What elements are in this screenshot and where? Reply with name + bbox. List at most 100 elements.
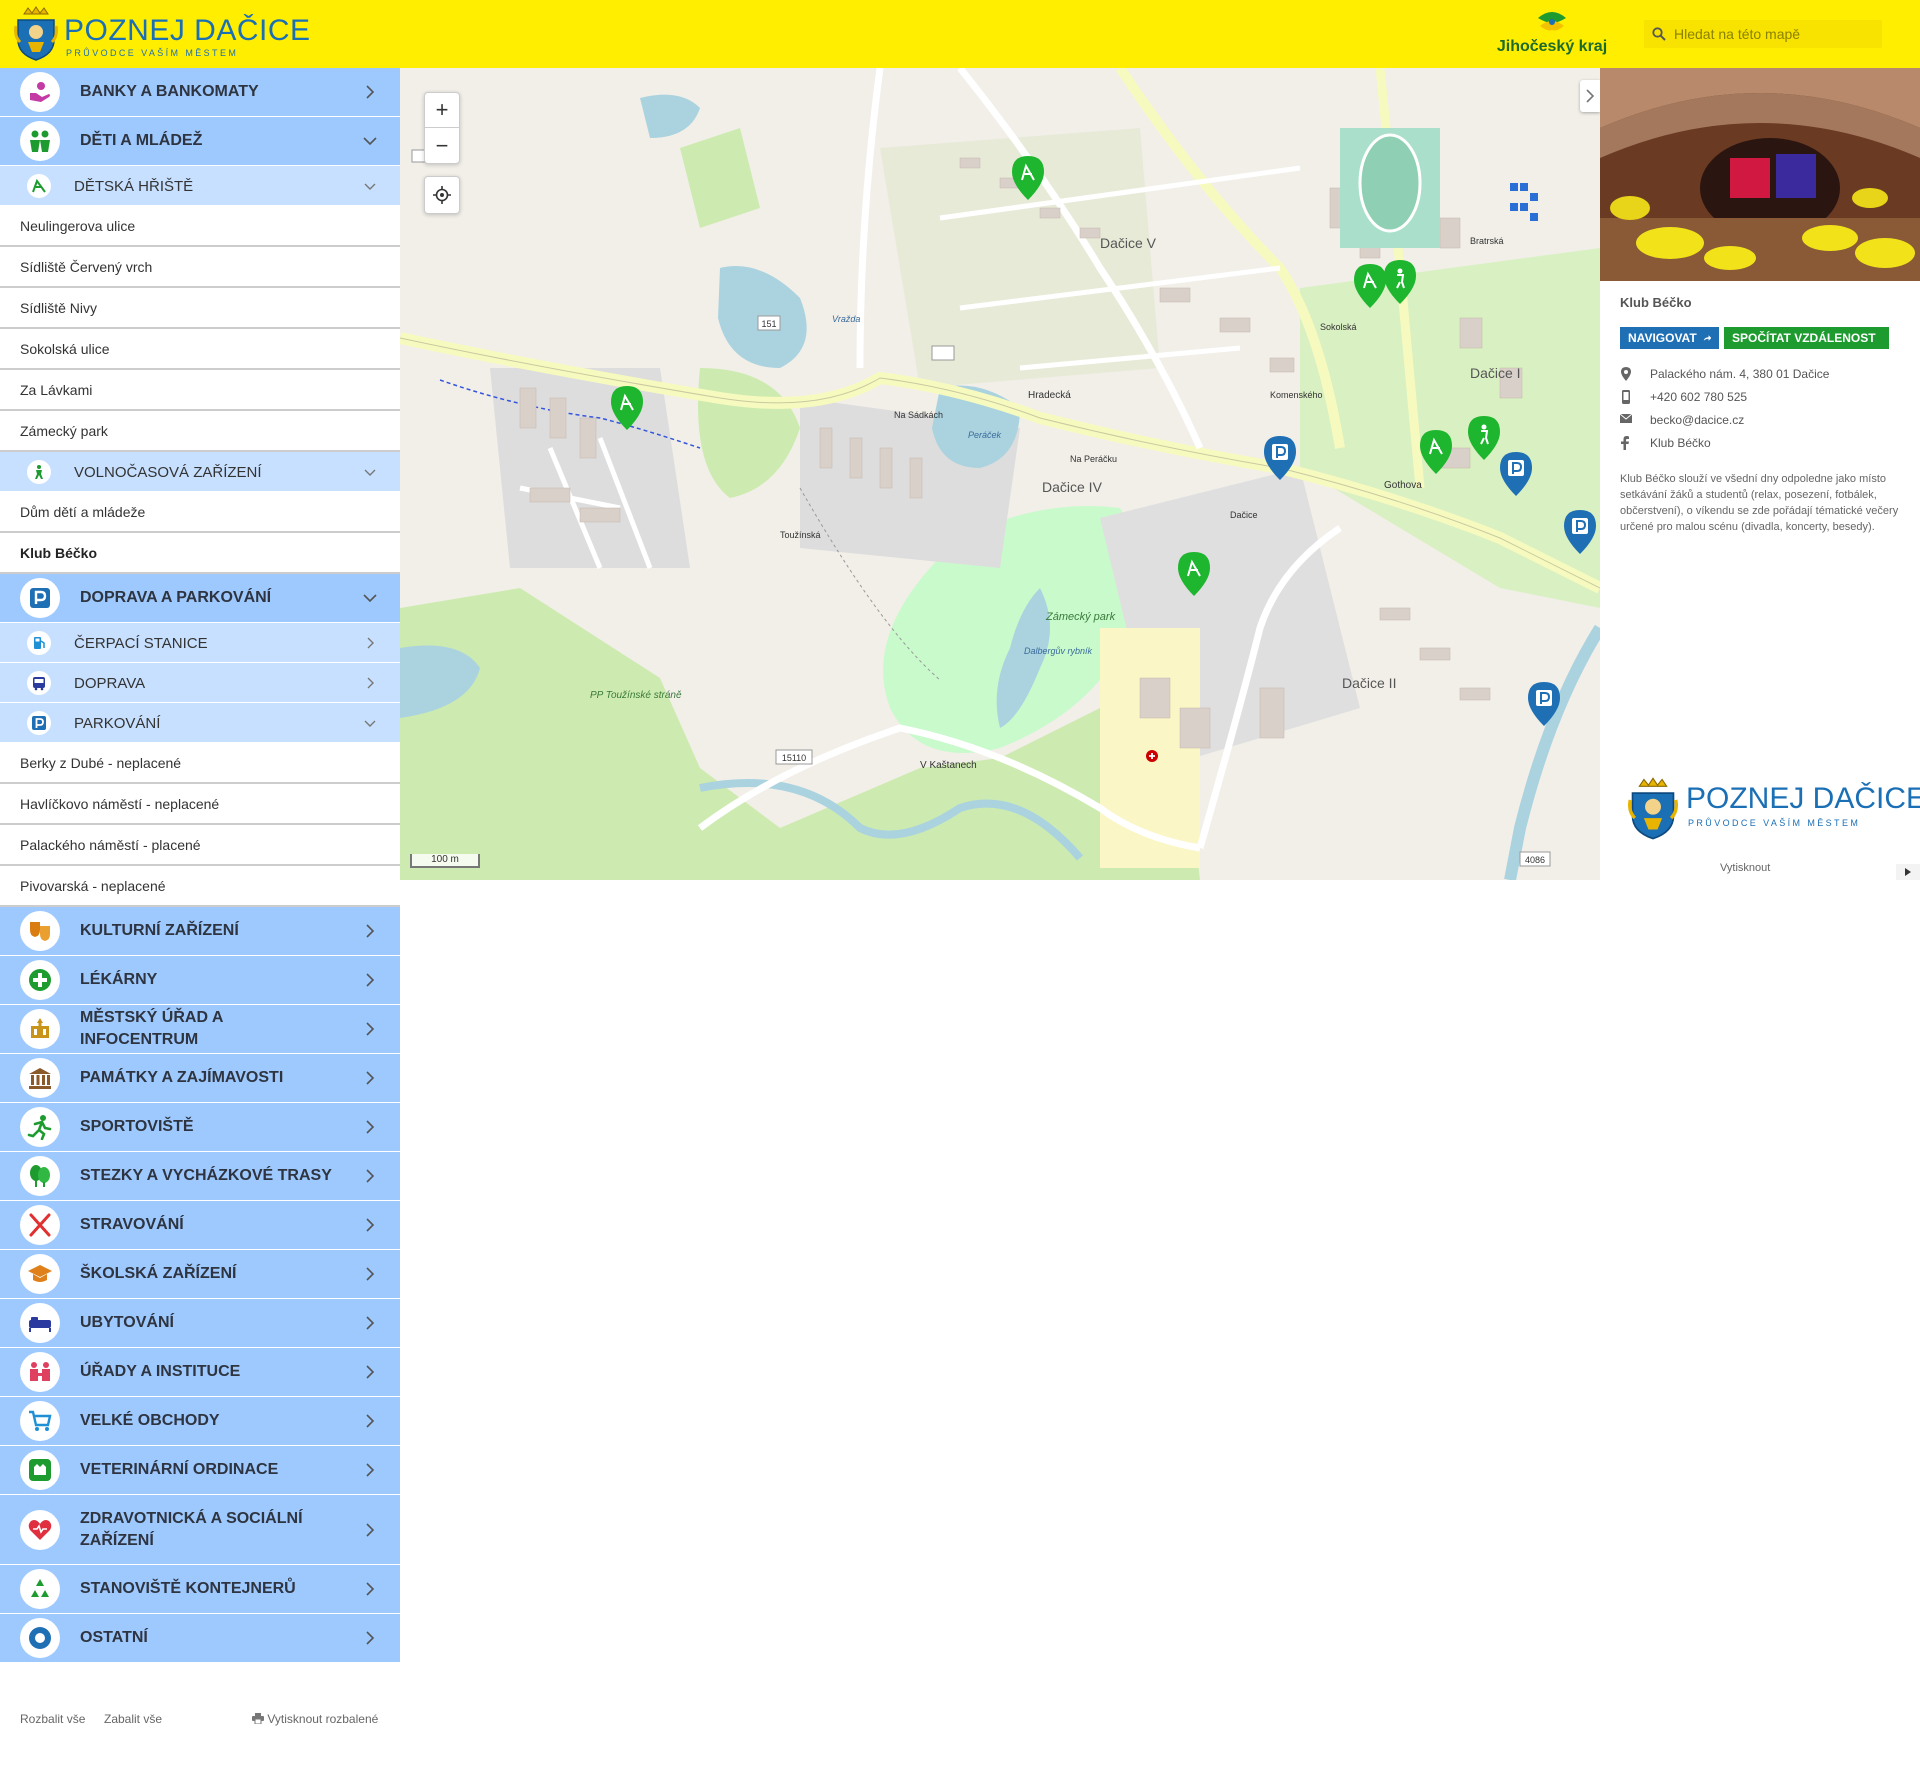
category-other[interactable]: OSTATNÍ (0, 1614, 400, 1663)
category-veterinary[interactable]: VETERINÁRNÍ ORDINACE (0, 1446, 400, 1495)
category-sidebar: BANKY A BANKOMATY DĚTI A MLÁDEŽ DĚTSKÁ H… (0, 68, 400, 1663)
map-canvas[interactable]: 151 15110 4086 Dačice V Dačice I Dačice … (400, 68, 1600, 880)
category-sports[interactable]: SPORTOVIŠTĚ (0, 1103, 400, 1152)
region-emblem-icon (1538, 12, 1566, 31)
chevron-right-icon (1586, 89, 1595, 103)
category-banks[interactable]: BANKY A BANKOMATY (0, 68, 400, 117)
phone-icon (1622, 390, 1630, 404)
category-label: ZDRAVOTNICKÁ A SOCIÁLNÍ ZAŘÍZENÍ (80, 1509, 303, 1549)
printer-icon (252, 1713, 264, 1725)
list-item[interactable]: Za Lávkami (0, 370, 400, 411)
chevron-right-icon (366, 1071, 375, 1085)
veterinary-icon (20, 1450, 60, 1490)
chevron-down-icon (364, 720, 376, 727)
subcategory-fuel[interactable]: ČERPACÍ STANICE (0, 623, 400, 663)
site-logo[interactable]: POZNEJ DAČICE PRŮVODCE VAŠÍM MĚSTEM (14, 6, 310, 62)
category-monuments[interactable]: PAMÁTKY A ZAJÍMAVOSTI (0, 1054, 400, 1103)
category-trails[interactable]: STEZKY A VYCHÁZKOVÉ TRASY (0, 1152, 400, 1201)
category-containers[interactable]: STANOVIŠTĚ KONTEJNERŮ (0, 1565, 400, 1614)
map-label-district-i: Dačice I (1470, 365, 1521, 381)
subcategory-leisure[interactable]: VOLNOČASOVÁ ZAŘÍZENÍ (0, 452, 400, 492)
zoom-in-button[interactable]: + (425, 93, 459, 128)
distance-button[interactable]: SPOČÍTAT VZDÁLENOST (1724, 327, 1889, 349)
locate-button[interactable] (425, 177, 459, 212)
chevron-right-icon (366, 1316, 375, 1330)
bank-hand-icon (20, 72, 60, 112)
road-label-151: 151 (761, 319, 776, 329)
category-label: STANOVIŠTĚ KONTEJNERŮ (80, 1580, 296, 1597)
logo-tagline: PRŮVODCE VAŠÍM MĚSTEM (66, 48, 239, 58)
list-item[interactable]: Havlíčkovo náměstí - neplacené (0, 784, 400, 825)
subcategory-playgrounds[interactable]: DĚTSKÁ HŘIŠTĚ (0, 166, 400, 206)
pharmacy-icon (20, 960, 60, 1000)
category-schools[interactable]: ŠKOLSKÁ ZAŘÍZENÍ (0, 1250, 400, 1299)
region-name: Jihočeský kraj (1496, 38, 1608, 55)
list-item[interactable]: Sokolská ulice (0, 329, 400, 370)
collapse-all-link[interactable]: Zabalit vše (104, 1712, 162, 1726)
collapse-detail-button[interactable] (1580, 80, 1600, 112)
triangle-right-icon (1905, 868, 1911, 876)
category-children[interactable]: DĚTI A MLÁDEŽ (0, 117, 400, 166)
category-accommodation[interactable]: UBYTOVÁNÍ (0, 1299, 400, 1348)
zoom-out-button[interactable]: − (425, 128, 459, 163)
list-item-active[interactable]: Klub Béčko (0, 533, 400, 574)
category-label: DOPRAVA A PARKOVÁNÍ (80, 589, 272, 606)
print-expanded-link[interactable]: Vytisknout rozbalené (252, 1712, 378, 1726)
category-transport[interactable]: DOPRAVA A PARKOVÁNÍ (0, 574, 400, 623)
theatre-masks-icon (20, 911, 60, 951)
category-townhall[interactable]: MĚSTSKÝ ÚŘAD A INFOCENTRUM (0, 1005, 400, 1054)
map-label-town: Dačice (1230, 510, 1258, 520)
map-label-district-ii: Dačice II (1342, 675, 1396, 691)
category-label: VETERINÁRNÍ ORDINACE (80, 1461, 279, 1478)
email-row[interactable]: becko@dacice.cz (1620, 411, 1910, 429)
list-item[interactable]: Sídliště Červený vrch (0, 247, 400, 288)
map-label-park: Zámecký park (1045, 611, 1116, 623)
category-label: STRAVOVÁNÍ (80, 1216, 184, 1233)
print-link[interactable]: Vytisknout (1720, 862, 1770, 874)
place-photo (1600, 68, 1920, 281)
category-offices[interactable]: ÚŘADY A INSTITUCE (0, 1348, 400, 1397)
category-culture[interactable]: KULTURNÍ ZAŘÍZENÍ (0, 907, 400, 956)
category-health[interactable]: ZDRAVOTNICKÁ A SOCIÁLNÍ ZAŘÍZENÍ (0, 1495, 400, 1565)
detail-panel: Klub Béčko NAVIGOVAT SPOČÍTAT VZDÁLENOST… (1600, 68, 1920, 880)
parking-small-icon (27, 711, 51, 735)
navigate-button[interactable]: NAVIGOVAT (1620, 327, 1719, 349)
subcategory-transport[interactable]: DOPRAVA (0, 663, 400, 703)
category-label: KULTURNÍ ZAŘÍZENÍ (80, 922, 239, 939)
category-pharmacies[interactable]: LÉKÁRNY (0, 956, 400, 1005)
phone-row[interactable]: +420 602 780 525 (1620, 388, 1910, 406)
phone-text: +420 602 780 525 (1650, 390, 1748, 404)
facebook-row[interactable]: Klub Béčko (1620, 434, 1910, 452)
list-item[interactable]: Berky z Dubé - neplacené (0, 743, 400, 784)
header: POZNEJ DAČICE PRŮVODCE VAŠÍM MĚSTEM Jiho… (0, 0, 1920, 68)
category-label: OSTATNÍ (80, 1629, 148, 1646)
expand-all-link[interactable]: Rozbalit vše (20, 1712, 85, 1726)
subcategory-label: VOLNOČASOVÁ ZAŘÍZENÍ (74, 464, 262, 481)
chevron-right-icon (366, 1267, 375, 1281)
list-item[interactable]: Sídliště Nivy (0, 288, 400, 329)
footer-logo: POZNEJ DAČICE PRŮVODCE VAŠÍM MĚSTEM (1628, 776, 1920, 848)
search-input[interactable] (1674, 20, 1878, 48)
facebook-text: Klub Béčko (1650, 436, 1711, 450)
category-label: DĚTI A MLÁDEŽ (80, 132, 203, 149)
list-item[interactable]: Neulingerova ulice (0, 206, 400, 247)
list-item[interactable]: Pivovarská - neplacené (0, 866, 400, 907)
map-view[interactable]: 151 15110 4086 Dačice V Dačice I Dačice … (400, 68, 1600, 880)
sidebar-footer: Rozbalit vše Zabalit vše Vytisknout rozb… (0, 1712, 400, 1732)
list-item[interactable]: Dům dětí a mládeže (0, 492, 400, 533)
map-label-pond2: Peráček (968, 430, 1002, 440)
expand-panel-button[interactable] (1896, 864, 1920, 880)
category-shops[interactable]: VELKÉ OBCHODY (0, 1397, 400, 1446)
list-item[interactable]: Palackého náměstí - placené (0, 825, 400, 866)
category-dining[interactable]: STRAVOVÁNÍ (0, 1201, 400, 1250)
chevron-right-icon (366, 1414, 375, 1428)
zoom-control: + − (424, 92, 460, 164)
region-logo[interactable]: Jihočeský kraj (1496, 8, 1608, 60)
chevron-right-icon (366, 85, 375, 99)
map-search[interactable] (1644, 20, 1882, 48)
list-item[interactable]: Zámecký park (0, 411, 400, 452)
road-label-15110: 15110 (782, 753, 806, 763)
institution-icon (20, 1352, 60, 1392)
subcategory-parking[interactable]: PARKOVÁNÍ (0, 703, 400, 743)
address-text: Palackého nám. 4, 380 01 Dačice (1650, 367, 1830, 381)
